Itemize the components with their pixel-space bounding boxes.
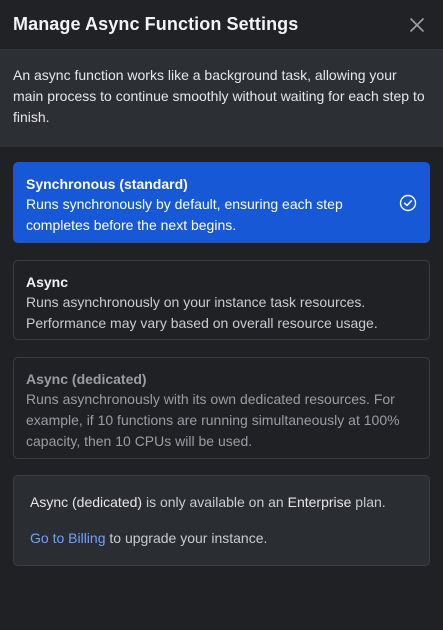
notice-feature: Async (dedicated) [30,494,143,510]
notice-plan: Enterprise [287,494,352,510]
notice-text: Async (dedicated) is only available on a… [30,492,413,512]
intro-text: An async function works like a backgroun… [0,50,443,147]
function-mode-options: Synchronous (standard) Runs synchronousl… [0,147,443,459]
option-title: Async [26,274,69,290]
option-async-dedicated: Async (dedicated) Runs asynchronously wi… [13,357,430,459]
option-synchronous[interactable]: Synchronous (standard) Runs synchronousl… [13,162,430,243]
notice-text-middle: is only available on an [142,494,288,510]
go-to-billing-link[interactable]: Go to Billing [30,530,105,546]
close-button[interactable] [407,15,427,35]
billing-line: Go to Billing to upgrade your instance. [30,528,413,548]
option-description: Runs asynchronously on your instance tas… [26,294,378,331]
close-icon [410,17,424,32]
enterprise-notice: Async (dedicated) is only available on a… [13,475,430,566]
check-circle-icon [399,194,417,212]
option-description: Runs asynchronously with its own dedicat… [26,391,400,449]
dialog-title: Manage Async Function Settings [13,14,299,34]
option-title: Synchronous (standard) [26,176,188,192]
option-async[interactable]: Async Runs asynchronously on your instan… [13,260,430,340]
notice-text-end: plan. [351,494,386,510]
option-title: Async (dedicated) [26,371,147,387]
option-description: Runs synchronously by default, ensuring … [26,196,343,233]
async-settings-dialog: Manage Async Function Settings An async … [0,0,443,630]
billing-suffix: to upgrade your instance. [105,530,268,546]
dialog-header: Manage Async Function Settings [0,0,443,50]
